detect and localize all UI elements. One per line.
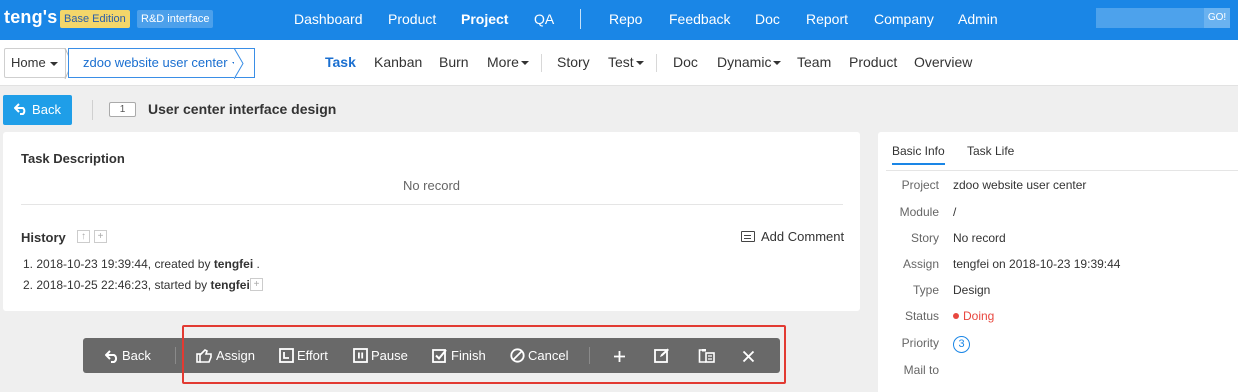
info-label: Module: [899, 205, 939, 219]
breadcrumb-arrow-icon: [234, 48, 244, 79]
top-navbar: teng's Base Edition R&D interface Dashbo…: [0, 0, 1238, 40]
info-label: Type: [912, 283, 939, 297]
breadcrumb-home-dropdown[interactable]: Home: [4, 48, 66, 78]
info-value[interactable]: zdoo website user center: [953, 178, 1086, 192]
breadcrumb-project-dropdown[interactable]: zdoo website user center: [68, 48, 255, 78]
info-value: tengfei on 2018-10-23 19:39:44: [953, 257, 1121, 271]
interface-badge[interactable]: R&D interface: [137, 10, 214, 28]
history-heading: History: [21, 230, 66, 245]
chevron-down-icon: [635, 61, 644, 66]
status-dot-icon: [953, 313, 959, 319]
chevron-down-icon: [49, 61, 58, 66]
task-description-value: No record: [402, 178, 461, 193]
status-badge: Doing: [953, 309, 994, 323]
history-text: 2. 2018-10-25 22:46:23, started by: [23, 278, 211, 292]
breadcrumb-project-label: zdoo website user center: [83, 55, 228, 70]
page-title: User center interface design: [148, 101, 337, 117]
priority-badge: 3: [953, 336, 970, 353]
highlight-box: [182, 325, 786, 384]
search-input[interactable]: [1096, 8, 1204, 28]
nav-divider: [580, 9, 581, 29]
back-button-label: Back: [32, 102, 61, 117]
subnav-burn[interactable]: Burn: [439, 54, 469, 70]
toolbar-back-button[interactable]: Back: [105, 338, 151, 373]
info-label: Project: [901, 178, 939, 192]
subnav-task[interactable]: Task: [325, 54, 356, 70]
expand-plus-icon[interactable]: +: [94, 230, 107, 243]
info-label: Status: [904, 309, 939, 323]
subnav-dynamic-label: Dynamic: [717, 54, 772, 70]
status-text: Doing: [963, 309, 995, 323]
comment-icon: [741, 231, 755, 242]
nav-repo[interactable]: Repo: [609, 11, 642, 27]
nav-project[interactable]: Project: [461, 11, 508, 27]
subnav-dynamic[interactable]: Dynamic: [717, 54, 782, 70]
task-main-panel: Task Description No record History ↑ + A…: [3, 132, 860, 311]
chevron-down-icon: [520, 61, 529, 66]
history-item: 2. 2018-10-25 22:46:23, started by tengf…: [23, 278, 253, 292]
info-label: Assign: [902, 257, 939, 271]
edition-badge: Base Edition: [60, 10, 130, 28]
subnav-doc[interactable]: Doc: [673, 54, 698, 70]
history-user: tengfei: [213, 257, 254, 271]
subnav-team[interactable]: Team: [797, 54, 831, 70]
sort-up-icon[interactable]: ↑: [77, 230, 90, 243]
back-arrow-icon: [14, 103, 26, 115]
subnav-divider: [541, 54, 542, 72]
subnav-product[interactable]: Product: [849, 54, 897, 70]
history-text: 1. 2018-10-23 19:39:44, created by: [23, 257, 214, 271]
subnav-test-label: Test: [608, 54, 634, 70]
nav-feedback[interactable]: Feedback: [669, 11, 730, 27]
info-value: Design: [953, 283, 991, 297]
subnav-more-label: More: [487, 54, 519, 70]
back-button[interactable]: Back: [3, 95, 72, 125]
back-arrow-icon: [105, 350, 118, 363]
info-label: Story: [910, 231, 939, 245]
brand-name[interactable]: teng's: [4, 7, 58, 28]
subnav-divider: [656, 54, 657, 72]
nav-company[interactable]: Company: [874, 11, 934, 27]
subnav-overview[interactable]: Overview: [914, 54, 972, 70]
title-divider: [92, 100, 93, 120]
info-label: Mail to: [903, 363, 939, 377]
nav-report[interactable]: Report: [806, 11, 848, 27]
task-info-panel: Basic Info Task Life Project zdoo websit…: [878, 132, 1238, 392]
tab-task-life[interactable]: Task Life: [967, 144, 1014, 158]
tab-underline: [886, 170, 1238, 171]
search-go-button[interactable]: GO!: [1204, 8, 1230, 28]
subnav-test[interactable]: Test: [608, 54, 644, 70]
expand-plus-icon[interactable]: +: [250, 278, 263, 291]
subnav-more[interactable]: More: [487, 54, 529, 70]
subnav-story[interactable]: Story: [557, 54, 590, 70]
nav-admin[interactable]: Admin: [958, 11, 998, 27]
tab-basic-info[interactable]: Basic Info: [892, 144, 945, 165]
history-item: 1. 2018-10-23 19:39:44, created by tengf…: [23, 257, 260, 271]
divider: [21, 204, 843, 205]
breadcrumb-home-label: Home: [11, 55, 46, 70]
nav-product[interactable]: Product: [388, 11, 436, 27]
history-user: tengfei: [210, 278, 250, 292]
task-description-heading: Task Description: [21, 151, 125, 166]
history-suffix: .: [253, 257, 260, 271]
nav-dashboard[interactable]: Dashboard: [294, 11, 363, 27]
subnav-kanban[interactable]: Kanban: [374, 54, 422, 70]
info-value: No record: [953, 231, 1006, 245]
info-label: Priority: [901, 336, 939, 350]
add-comment-button[interactable]: Add Comment: [741, 229, 844, 244]
info-value: /: [953, 205, 957, 219]
toolbar-divider: [175, 347, 176, 364]
task-id-badge: 1: [109, 102, 136, 117]
priority-value: 3: [953, 336, 970, 353]
chevron-down-icon: [773, 61, 782, 66]
add-comment-label: Add Comment: [761, 229, 845, 244]
nav-qa[interactable]: QA: [534, 11, 554, 27]
sub-navbar: Home zdoo website user center Task Kanba…: [0, 40, 1238, 86]
nav-doc[interactable]: Doc: [755, 11, 780, 27]
toolbar-back-label: Back: [122, 348, 151, 363]
